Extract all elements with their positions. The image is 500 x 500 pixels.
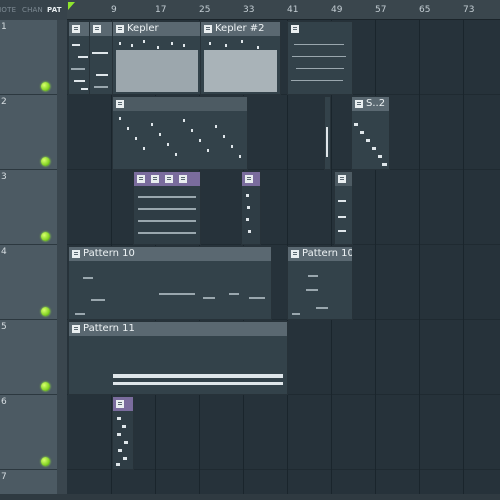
track-header-5[interactable]: 5 [0,320,57,395]
timeline-ruler[interactable]: 9 17 25 33 41 49 57 65 73 [67,0,500,20]
track-header-1[interactable]: 1 [0,20,57,95]
playhead-marker-icon[interactable] [68,2,75,10]
bar-label: 9 [111,5,117,15]
clip-header[interactable]: Kepler [113,22,200,36]
clip-preview [116,50,198,92]
clip-header[interactable]: Kepler #2 [201,22,280,36]
pattern-menu-icon[interactable] [72,250,80,258]
bar-line [375,20,376,500]
track-header-4[interactable]: 4 [0,245,57,320]
track-header-6[interactable]: 6 [0,395,57,470]
pattern-clip[interactable] [89,21,113,95]
tab-note[interactable]: NOTE [0,6,16,14]
clip-header[interactable]: Pattern 11 [69,322,287,336]
track-mute-led-icon[interactable] [41,457,50,466]
playlist-grid[interactable]: Kepler Kepler #2 S..2 Pattern 10 Pattern… [67,20,500,500]
clip-name: Kepler [127,23,159,34]
pattern-menu-icon[interactable] [355,100,363,108]
pattern-menu-icon[interactable] [116,25,124,33]
pattern-menu-icon[interactable] [291,25,299,33]
pattern-clip-pattern-10[interactable]: Pattern 10 [68,246,272,320]
track-number: 6 [1,397,7,407]
playlist-window: NOTE CHAN PAT 9 17 25 33 41 49 57 65 73 … [0,0,500,500]
bar-label: 17 [155,5,167,15]
track-number: 7 [1,472,7,482]
pattern-clip[interactable] [112,396,134,470]
pattern-menu-icon[interactable] [245,175,253,183]
pattern-clip[interactable] [68,21,90,95]
pattern-clip-kepler[interactable]: Kepler [112,21,201,95]
bar-label: 73 [463,5,475,15]
track-number: 2 [1,97,7,107]
clip-header[interactable] [113,397,133,411]
clip-name: Pattern 11 [83,323,135,334]
clip-name: Pattern 10 [83,248,135,259]
pattern-clip[interactable] [287,21,353,95]
pattern-menu-icon[interactable] [165,175,173,183]
pattern-clip-s2[interactable]: S..2 [351,96,390,170]
tab-chan[interactable]: CHAN [22,6,43,14]
clip-header[interactable] [69,22,89,36]
clip-name: S..2 [366,98,386,109]
clip-header[interactable] [134,172,200,186]
pattern-menu-icon[interactable] [338,175,346,183]
pattern-clip-pattern-10[interactable]: Pattern 10 [287,246,353,320]
pattern-menu-icon[interactable] [72,325,80,333]
pattern-menu-icon[interactable] [116,100,124,108]
bar-label: 41 [287,5,299,15]
clip-header[interactable] [242,172,260,186]
pattern-clip-pattern-11[interactable]: Pattern 11 [68,321,288,395]
pattern-clip[interactable] [334,171,353,245]
track-header-3[interactable]: 3 [0,170,57,245]
track-mute-led-icon[interactable] [41,157,50,166]
pattern-clip[interactable] [324,96,331,170]
bar-label: 57 [375,5,387,15]
clip-header[interactable] [335,172,352,186]
clip-header[interactable]: Pattern 10 [288,247,352,261]
pattern-clip[interactable] [241,171,261,245]
track-lane[interactable] [67,170,500,245]
horizontal-scrollbar[interactable] [0,494,500,500]
bar-line [419,20,420,500]
pattern-clip[interactable] [112,96,248,170]
pattern-menu-icon[interactable] [291,250,299,258]
bar-line [463,20,464,500]
track-header-2[interactable]: 2 [0,95,57,170]
clip-header[interactable] [113,97,247,111]
clip-header[interactable]: Pattern 10 [69,247,271,261]
pattern-menu-icon[interactable] [116,400,124,408]
pattern-menu-icon[interactable] [151,175,159,183]
tab-pat[interactable]: PAT [47,6,62,14]
clip-header[interactable] [288,22,352,36]
track-number: 4 [1,247,7,257]
clip-header[interactable]: S..2 [352,97,389,111]
track-headers: 1 2 3 4 5 6 7 [0,20,60,500]
clip-name: Kepler #2 [215,23,265,34]
pattern-menu-icon[interactable] [93,25,101,33]
bar-label: 33 [243,5,255,15]
clip-preview [204,50,277,92]
pattern-menu-icon[interactable] [72,25,80,33]
track-mute-led-icon[interactable] [41,382,50,391]
track-number: 3 [1,172,7,182]
track-mute-led-icon[interactable] [41,232,50,241]
track-mute-led-icon[interactable] [41,307,50,316]
pattern-menu-icon[interactable] [204,25,212,33]
panel-tabs: NOTE CHAN PAT [0,0,67,21]
bar-label: 49 [331,5,343,15]
clip-header[interactable] [90,22,112,36]
bar-label: 25 [199,5,211,15]
track-number: 1 [1,22,7,32]
track-number: 5 [1,322,7,332]
clip-name: Pattern 10 [302,248,352,259]
track-mute-led-icon[interactable] [41,82,50,91]
pattern-menu-icon[interactable] [179,175,187,183]
bar-label: 65 [419,5,431,15]
pattern-clip-kepler-2[interactable]: Kepler #2 [200,21,281,95]
pattern-menu-icon[interactable] [137,175,145,183]
pattern-clip[interactable] [133,171,201,245]
